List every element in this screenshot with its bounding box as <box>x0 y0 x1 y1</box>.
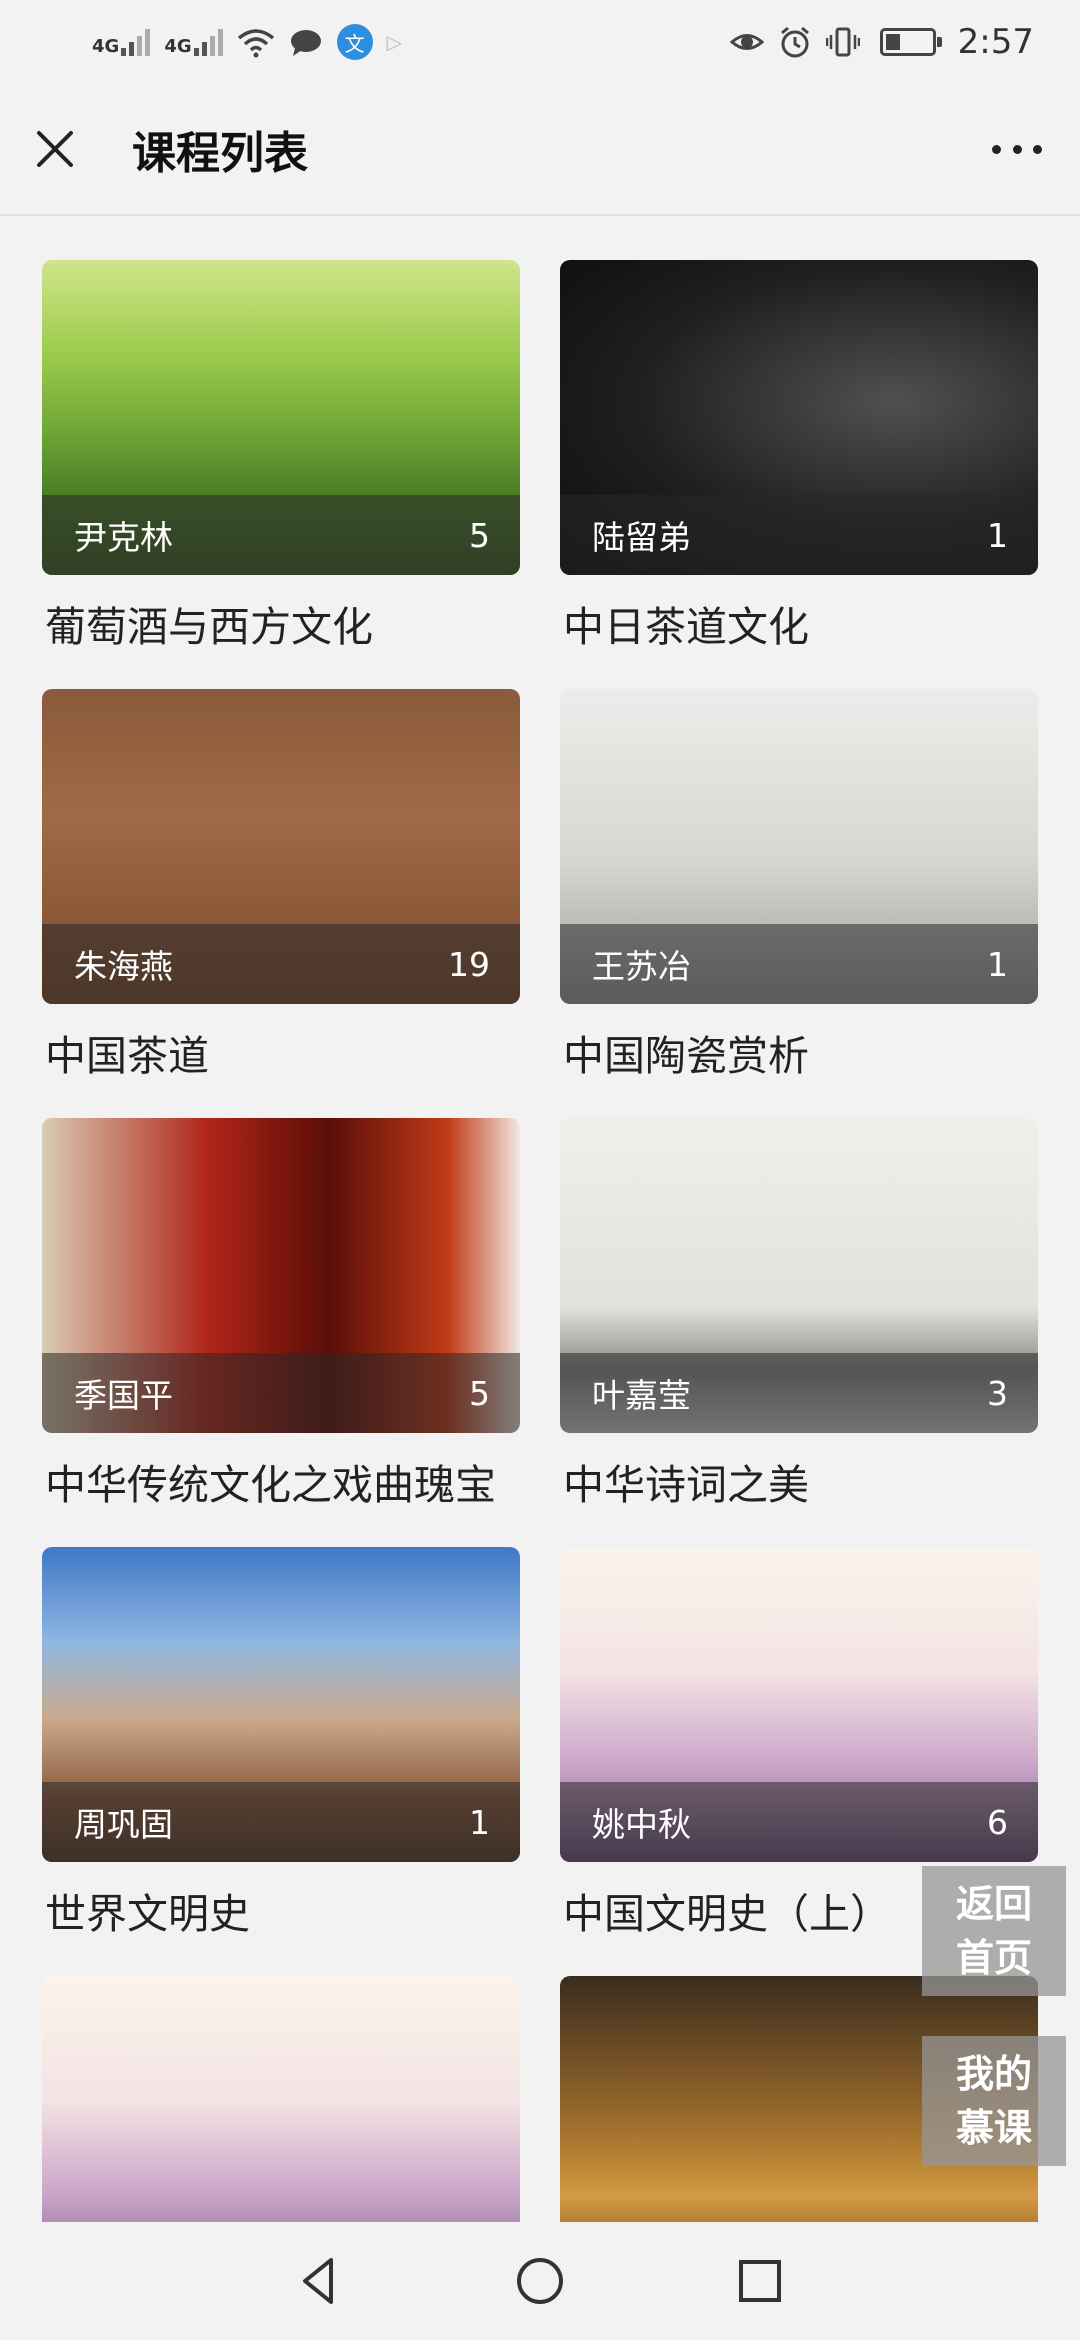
status-bar: 4G 4G 文 ▷ 2:57 <box>0 0 1080 84</box>
course-thumbnail[interactable]: 朱海燕 19 <box>42 689 520 1004</box>
course-title[interactable]: 中国茶道 <box>42 1022 520 1082</box>
teacher-name: 尹克林 <box>74 518 173 557</box>
page-title: 课程列表 <box>132 128 308 179</box>
chat-icon <box>289 27 323 57</box>
course-title[interactable]: 中华传统文化之戏曲瑰宝 <box>42 1451 520 1511</box>
course-title[interactable]: 中国陶瓷赏析 <box>560 1022 1038 1082</box>
thumbnail-overlay: 尹克林 5 <box>42 495 520 575</box>
course-grid: 尹克林 5 葡萄酒与西方文化 陆留弟 1 中日茶道文化朱海燕 19 中国茶道 王苏冶 1 中国陶瓷赏… <box>42 260 1038 2340</box>
course-title[interactable]: 中日茶道文化 <box>560 593 1038 653</box>
course-thumbnail[interactable]: 叶嘉莹 3 <box>560 1118 1038 1433</box>
teacher-name: 王苏冶 <box>592 947 691 986</box>
course-title[interactable]: 葡萄酒与西方文化 <box>42 593 520 653</box>
lesson-count: 5 <box>469 1373 490 1413</box>
my-mooc-label-2: 慕课 <box>955 2106 1032 2150</box>
close-button[interactable] <box>28 122 82 176</box>
status-left: 4G 4G 文 ▷ <box>92 24 402 60</box>
course-title[interactable]: 中华诗词之美 <box>560 1451 1038 1511</box>
thumbnail-overlay: 季国平 5 <box>42 1353 520 1433</box>
recents-icon <box>739 2260 781 2302</box>
teacher-name: 朱海燕 <box>74 947 173 986</box>
thumbnail-overlay: 姚中秋 6 <box>560 1782 1038 1862</box>
signal-icon: 4G <box>92 28 151 57</box>
return-home-label-2: 首页 <box>955 1936 1032 1980</box>
clock: 2:57 <box>957 22 1034 62</box>
lesson-count: 3 <box>987 1373 1008 1413</box>
course-thumbnail[interactable]: 陆留弟 1 <box>560 260 1038 575</box>
thumbnail-overlay: 叶嘉莹 3 <box>560 1353 1038 1433</box>
teacher-name: 姚中秋 <box>592 1805 691 1844</box>
thumbnail-overlay: 周巩固 1 <box>42 1782 520 1862</box>
course-thumbnail[interactable]: 姚中秋 6 <box>560 1547 1038 1862</box>
back-button[interactable] <box>290 2251 350 2311</box>
header: 课程列表 <box>0 84 1080 216</box>
lesson-count: 1 <box>987 515 1008 555</box>
network-type-1: 4G <box>92 36 120 57</box>
course-card[interactable]: 朱海燕 19 中国茶道 <box>42 689 520 1118</box>
thumbnail-overlay: 朱海燕 19 <box>42 924 520 1004</box>
my-mooc-button[interactable]: 我的 慕课 <box>922 2036 1066 2166</box>
course-card[interactable]: 尹克林 5 葡萄酒与西方文化 <box>42 260 520 689</box>
my-mooc-label-1: 我的 <box>955 2052 1032 2096</box>
course-title[interactable]: 世界文明史 <box>42 1880 520 1940</box>
teacher-name: 季国平 <box>74 1376 173 1415</box>
course-card[interactable]: 周巩固 1 世界文明史 <box>42 1547 520 1976</box>
return-home-label-1: 返回 <box>955 1882 1032 1926</box>
teacher-name: 周巩固 <box>74 1805 173 1844</box>
course-card[interactable]: 叶嘉莹 3 中华诗词之美 <box>560 1118 1038 1547</box>
battery-icon <box>879 28 942 56</box>
lesson-count: 6 <box>987 1802 1008 1842</box>
alarm-icon <box>778 25 812 59</box>
signal-icon-2: 4G <box>164 28 223 57</box>
recents-button[interactable] <box>730 2251 790 2311</box>
home-icon <box>517 2258 563 2304</box>
thumbnail-overlay: 陆留弟 1 <box>560 495 1038 575</box>
return-home-button[interactable]: 返回 首页 <box>922 1866 1066 1996</box>
system-nav-bar <box>0 2222 1080 2340</box>
vibrate-icon <box>825 25 860 59</box>
course-thumbnail[interactable]: 尹克林 5 <box>42 260 520 575</box>
lesson-count: 5 <box>469 515 490 555</box>
more-button[interactable] <box>982 122 1052 176</box>
course-card[interactable]: 王苏冶 1 中国陶瓷赏析 <box>560 689 1038 1118</box>
more-icon <box>992 144 1001 154</box>
eye-icon <box>729 25 764 59</box>
thumbnail-overlay: 王苏冶 1 <box>560 924 1038 1004</box>
close-icon <box>37 131 73 167</box>
course-card[interactable]: 季国平 5 中华传统文化之戏曲瑰宝 <box>42 1118 520 1547</box>
lesson-count: 1 <box>469 1802 490 1842</box>
course-thumbnail[interactable]: 王苏冶 1 <box>560 689 1038 1004</box>
course-thumbnail[interactable]: 周巩固 1 <box>42 1547 520 1862</box>
status-right: 2:57 <box>729 22 1034 62</box>
course-card[interactable]: 陆留弟 1 中日茶道文化 <box>560 260 1038 689</box>
network-type-2: 4G <box>164 36 192 57</box>
play-icon: ▷ <box>386 30 403 54</box>
course-thumbnail[interactable]: 季国平 5 <box>42 1118 520 1433</box>
lesson-count: 19 <box>448 944 490 984</box>
teacher-name: 陆留弟 <box>592 518 691 557</box>
wifi-icon <box>237 27 275 58</box>
lesson-count: 1 <box>987 944 1008 984</box>
back-icon <box>303 2258 333 2304</box>
app-icon: 文 <box>336 24 373 60</box>
home-button[interactable] <box>510 2251 570 2311</box>
teacher-name: 叶嘉莹 <box>592 1376 691 1415</box>
